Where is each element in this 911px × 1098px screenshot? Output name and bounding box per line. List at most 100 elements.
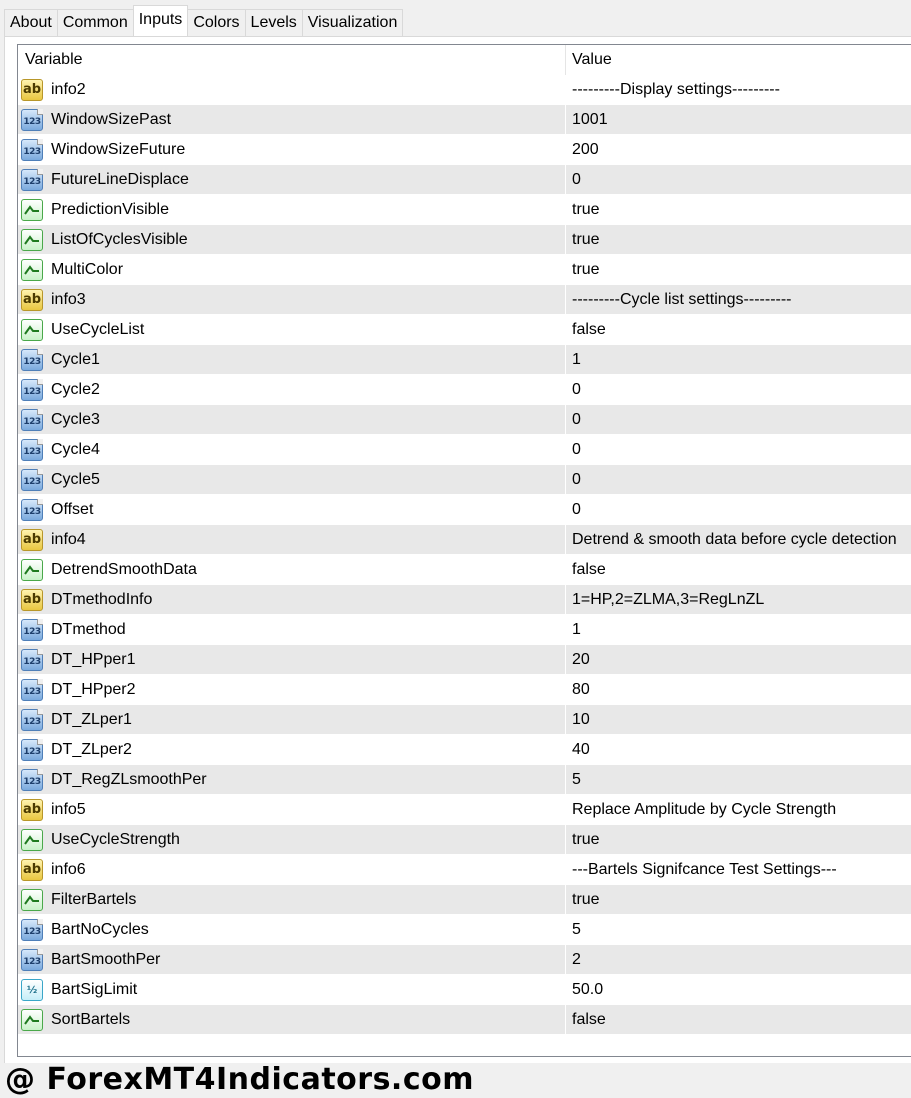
value-cell[interactable]: 5	[566, 765, 911, 794]
value-cell[interactable]: Replace Amplitude by Cycle Strength	[566, 795, 911, 824]
variable-name: DT_RegZLsmoothPer	[51, 770, 207, 788]
table-row[interactable]: 123 WindowSizeFuture 200	[18, 135, 911, 165]
tab-levels[interactable]: Levels	[244, 9, 303, 36]
table-row[interactable]: ListOfCyclesVisible true	[18, 225, 911, 255]
value-cell[interactable]: true	[566, 885, 911, 914]
value-cell[interactable]: 10	[566, 705, 911, 734]
integer-type-icon: 123	[21, 708, 43, 731]
table-row[interactable]: 123 DT_HPper2 80	[18, 675, 911, 705]
variable-name: info6	[51, 860, 86, 878]
table-row[interactable]: ab DTmethodInfo 1=HP,2=ZLMA,3=RegLnZL	[18, 585, 911, 615]
variable-cell: ab DTmethodInfo	[18, 585, 566, 614]
variable-cell: 123 WindowSizePast	[18, 105, 566, 134]
value-cell[interactable]: true	[566, 225, 911, 254]
table-row[interactable]: UseCycleList false	[18, 315, 911, 345]
variable-name: info2	[51, 80, 86, 98]
table-row[interactable]: 123 DT_HPper1 20	[18, 645, 911, 675]
value-cell[interactable]: 0	[566, 465, 911, 494]
table-row[interactable]: 123 BartNoCycles 5	[18, 915, 911, 945]
integer-type-icon: 123	[21, 498, 43, 521]
value-cell[interactable]: 1	[566, 615, 911, 644]
table-row[interactable]: 123 DT_ZLper2 40	[18, 735, 911, 765]
value-cell[interactable]: Detrend & smooth data before cycle detec…	[566, 525, 911, 554]
value-cell[interactable]: 20	[566, 645, 911, 674]
value-cell[interactable]: 0	[566, 375, 911, 404]
variable-name: DT_ZLper1	[51, 710, 132, 728]
value-cell[interactable]: false	[566, 555, 911, 584]
table-row[interactable]: SortBartels false	[18, 1005, 911, 1035]
inputs-grid[interactable]: Variable Value ab info2 ---------Display s…	[17, 44, 911, 1057]
variable-cell: ab info2	[18, 75, 566, 104]
icon-glyph: 123	[23, 446, 41, 457]
value-cell[interactable]: 1	[566, 345, 911, 374]
table-row[interactable]: 123 FutureLineDisplace 0	[18, 165, 911, 195]
integer-type-icon: 123	[21, 648, 43, 671]
table-row[interactable]: ½ BartSigLimit 50.0	[18, 975, 911, 1005]
tab-visualization[interactable]: Visualization	[301, 9, 404, 36]
icon-glyph: 123	[23, 476, 41, 487]
table-row[interactable]: 123 DTmethod 1	[18, 615, 911, 645]
value-cell[interactable]: false	[566, 315, 911, 344]
variable-name: MultiColor	[51, 260, 124, 278]
value-cell[interactable]: 0	[566, 165, 911, 194]
table-row[interactable]: 123 DT_ZLper1 10	[18, 705, 911, 735]
icon-glyph: ½	[26, 984, 38, 996]
table-row[interactable]: 123 BartSmoothPer 2	[18, 945, 911, 975]
integer-type-icon: 123	[21, 948, 43, 971]
table-row[interactable]: ab info6 ---Bartels Signifcance Test Setti…	[18, 855, 911, 885]
table-row[interactable]: 123 Cycle3 0	[18, 405, 911, 435]
variable-cell: 123 WindowSizeFuture	[18, 135, 566, 164]
value-cell[interactable]: ---------Display settings---------	[566, 75, 911, 104]
value-cell[interactable]: 2	[566, 945, 911, 974]
value-cell[interactable]: 50.0	[566, 975, 911, 1004]
variable-cell: 123 Offset	[18, 495, 566, 524]
variable-name: Cycle4	[51, 440, 100, 458]
value-cell[interactable]: 1001	[566, 105, 911, 134]
variable-cell: DetrendSmoothData	[18, 555, 566, 584]
value-cell[interactable]: 80	[566, 675, 911, 704]
table-row[interactable]: 123 Cycle1 1	[18, 345, 911, 375]
tab-colors[interactable]: Colors	[187, 9, 246, 36]
table-row[interactable]: ab info2 ---------Display settings--------…	[18, 75, 911, 105]
value-cell[interactable]: false	[566, 1005, 911, 1034]
variable-cell: 123 DT_ZLper2	[18, 735, 566, 764]
table-row[interactable]: MultiColor true	[18, 255, 911, 285]
value-cell[interactable]: 0	[566, 435, 911, 464]
table-row[interactable]: ab info4 Detrend & smooth data before cycl…	[18, 525, 911, 555]
table-row[interactable]: 123 Cycle5 0	[18, 465, 911, 495]
table-row[interactable]: 123 DT_RegZLsmoothPer 5	[18, 765, 911, 795]
tab-about[interactable]: About	[4, 9, 58, 36]
column-header-value[interactable]: Value	[566, 45, 911, 75]
table-row[interactable]: 123 Cycle2 0	[18, 375, 911, 405]
value-cell[interactable]: 200	[566, 135, 911, 164]
value-cell[interactable]: true	[566, 825, 911, 854]
variable-cell: 123 DT_HPper1	[18, 645, 566, 674]
value-cell[interactable]: ---Bartels Signifcance Test Settings---	[566, 855, 911, 884]
table-row[interactable]: DetrendSmoothData false	[18, 555, 911, 585]
icon-glyph: 123	[23, 176, 41, 187]
value-cell[interactable]: true	[566, 195, 911, 224]
value-cell[interactable]: 1=HP,2=ZLMA,3=RegLnZL	[566, 585, 911, 614]
table-row[interactable]: 123 WindowSizePast 1001	[18, 105, 911, 135]
table-row[interactable]: PredictionVisible true	[18, 195, 911, 225]
table-row[interactable]: FilterBartels true	[18, 885, 911, 915]
table-row[interactable]: UseCycleStrength true	[18, 825, 911, 855]
value-cell[interactable]: 0	[566, 405, 911, 434]
value-cell[interactable]: 0	[566, 495, 911, 524]
value-cell[interactable]: ---------Cycle list settings---------	[566, 285, 911, 314]
table-row[interactable]: ab info5 Replace Amplitude by Cycle Streng…	[18, 795, 911, 825]
column-header-variable[interactable]: Variable	[18, 45, 566, 75]
table-row[interactable]: 123 Offset 0	[18, 495, 911, 525]
icon-glyph: 123	[23, 656, 41, 667]
variable-name: DTmethod	[51, 620, 126, 638]
tab-inputs[interactable]: Inputs	[132, 5, 189, 36]
table-row[interactable]: 123 Cycle4 0	[18, 435, 911, 465]
variable-cell: 123 FutureLineDisplace	[18, 165, 566, 194]
value-cell[interactable]: true	[566, 255, 911, 284]
table-row[interactable]: ab info3 ---------Cycle list settings-----…	[18, 285, 911, 315]
tab-common[interactable]: Common	[56, 9, 134, 36]
value-cell[interactable]: 40	[566, 735, 911, 764]
variable-cell: MultiColor	[18, 255, 566, 284]
value-cell[interactable]: 5	[566, 915, 911, 944]
boolean-type-icon	[21, 258, 43, 281]
